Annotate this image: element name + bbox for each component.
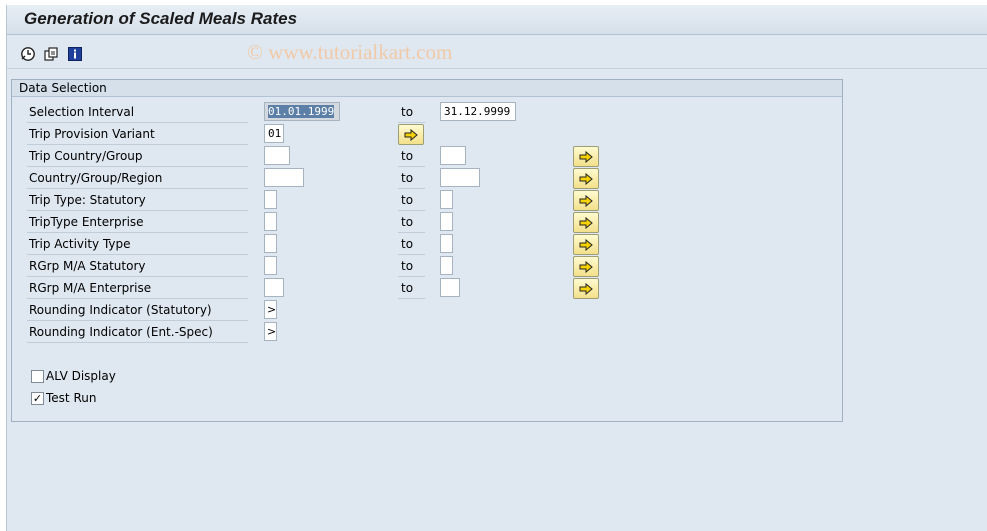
row-trip-type-statutory: Trip Type: Statutory to bbox=[27, 190, 827, 212]
multiple-selection-button[interactable] bbox=[573, 256, 599, 277]
trip-provision-variant-input[interactable]: 01 bbox=[264, 124, 284, 143]
to-label: to bbox=[398, 190, 425, 211]
trip-type-statutory-to-input[interactable] bbox=[440, 190, 453, 209]
row-trip-activity-type: Trip Activity Type to bbox=[27, 234, 827, 256]
trip-activity-type-from-input[interactable] bbox=[264, 234, 277, 253]
rgrp-ma-statutory-to-input[interactable] bbox=[440, 256, 453, 275]
field-label: Trip Country/Group bbox=[27, 146, 248, 167]
row-rounding-indicator-statutory: Rounding Indicator (Statutory) > bbox=[27, 300, 827, 322]
rgrp-ma-enterprise-to-input[interactable] bbox=[440, 278, 460, 297]
page-title: Generation of Scaled Meals Rates bbox=[24, 9, 298, 28]
triptype-enterprise-to-input[interactable] bbox=[440, 212, 453, 231]
row-trip-provision-variant: Trip Provision Variant 01 bbox=[27, 124, 827, 146]
row-rgrp-ma-statutory: RGrp M/A Statutory to bbox=[27, 256, 827, 278]
arrow-right-icon bbox=[579, 238, 593, 251]
field-label: Trip Provision Variant bbox=[27, 124, 248, 145]
arrow-right-icon bbox=[579, 194, 593, 207]
multiple-selection-button[interactable] bbox=[398, 124, 424, 145]
rgrp-ma-statutory-from-input[interactable] bbox=[264, 256, 277, 275]
to-label: to bbox=[398, 234, 425, 255]
rgrp-ma-enterprise-from-input[interactable] bbox=[264, 278, 284, 297]
trip-type-statutory-from-input[interactable] bbox=[264, 190, 277, 209]
alv-display-checkbox[interactable] bbox=[31, 370, 44, 383]
trip-country-group-from-input[interactable] bbox=[264, 146, 290, 165]
execute-icon[interactable] bbox=[19, 45, 36, 62]
get-variant-icon[interactable] bbox=[42, 45, 59, 62]
row-country-group-region: Country/Group/Region to bbox=[27, 168, 827, 190]
multiple-selection-button[interactable] bbox=[573, 190, 599, 211]
to-label: to bbox=[398, 278, 425, 299]
field-label: Rounding Indicator (Statutory) bbox=[27, 300, 248, 321]
to-label: to bbox=[398, 256, 425, 277]
field-label: Country/Group/Region bbox=[27, 168, 248, 189]
row-selection-interval: Selection Interval 01.01.1999 to 31.12.9… bbox=[27, 102, 827, 124]
data-selection-frame: Data Selection Selection Interval 01.01.… bbox=[11, 79, 843, 422]
triptype-enterprise-from-input[interactable] bbox=[264, 212, 277, 231]
to-label: to bbox=[398, 146, 425, 167]
application-toolbar: © www.tutorialkart.com bbox=[7, 36, 987, 69]
trip-country-group-to-input[interactable] bbox=[440, 146, 466, 165]
frame-header: Data Selection bbox=[12, 80, 842, 97]
arrow-right-icon bbox=[579, 282, 593, 295]
row-rgrp-ma-enterprise: RGrp M/A Enterprise to bbox=[27, 278, 827, 300]
arrow-right-icon bbox=[579, 216, 593, 229]
country-group-region-from-input[interactable] bbox=[264, 168, 304, 187]
trip-activity-type-to-input[interactable] bbox=[440, 234, 453, 253]
watermark: © www.tutorialkart.com bbox=[247, 40, 453, 64]
selection-interval-to-input[interactable]: 31.12.9999 bbox=[440, 102, 516, 121]
checkbox-label: Test Run bbox=[46, 391, 97, 405]
selection-interval-from-input[interactable]: 01.01.1999 bbox=[264, 102, 340, 121]
country-group-region-to-input[interactable] bbox=[440, 168, 480, 187]
info-icon[interactable] bbox=[66, 45, 83, 62]
multiple-selection-button[interactable] bbox=[573, 234, 599, 255]
row-triptype-enterprise: TripType Enterprise to bbox=[27, 212, 827, 234]
to-label: to bbox=[398, 212, 425, 233]
arrow-right-icon bbox=[579, 260, 593, 273]
rounding-indicator-statutory-button[interactable]: > bbox=[264, 300, 277, 319]
arrow-right-icon bbox=[579, 172, 593, 185]
to-label: to bbox=[398, 102, 425, 123]
field-label: RGrp M/A Enterprise bbox=[27, 278, 248, 299]
multiple-selection-button[interactable] bbox=[573, 168, 599, 189]
field-label: Selection Interval bbox=[27, 102, 248, 123]
multiple-selection-button[interactable] bbox=[573, 212, 599, 233]
arrow-right-icon bbox=[579, 150, 593, 163]
checkbox-label: ALV Display bbox=[46, 369, 116, 383]
to-label: to bbox=[398, 168, 425, 189]
test-run-checkbox[interactable]: ✓ bbox=[31, 392, 44, 405]
field-label: TripType Enterprise bbox=[27, 212, 248, 233]
multiple-selection-button[interactable] bbox=[573, 278, 599, 299]
row-trip-country-group: Trip Country/Group to bbox=[27, 146, 827, 168]
rounding-indicator-ent-spec-button[interactable]: > bbox=[264, 322, 277, 341]
row-rounding-indicator-ent-spec: Rounding Indicator (Ent.-Spec) > bbox=[27, 322, 827, 344]
field-label: Rounding Indicator (Ent.-Spec) bbox=[27, 322, 248, 343]
multiple-selection-button[interactable] bbox=[573, 146, 599, 167]
field-label: Trip Activity Type bbox=[27, 234, 248, 255]
frame-title: Data Selection bbox=[19, 81, 107, 95]
arrow-right-icon bbox=[404, 128, 418, 141]
title-bar: Generation of Scaled Meals Rates bbox=[7, 5, 987, 35]
field-label: RGrp M/A Statutory bbox=[27, 256, 248, 277]
sap-window: Generation of Scaled Meals Rates © www.t… bbox=[6, 5, 987, 531]
field-label: Trip Type: Statutory bbox=[27, 190, 248, 211]
